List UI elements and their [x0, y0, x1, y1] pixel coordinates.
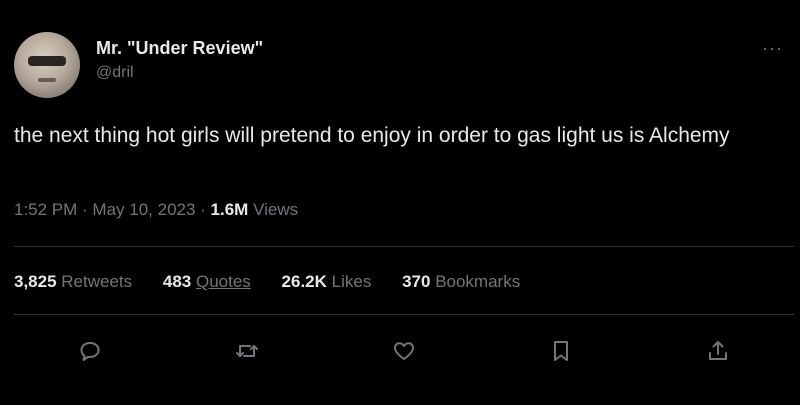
- like-icon: [394, 342, 414, 360]
- divider: [14, 314, 794, 315]
- more-options-icon[interactable]: ···: [762, 38, 783, 59]
- engagement-stats: 3,825 Retweets 483 Quotes 26.2K Likes 37…: [14, 272, 546, 292]
- likes-count: 26.2K: [281, 272, 327, 291]
- bookmark-button[interactable]: [546, 336, 576, 366]
- views-label: Views: [253, 200, 299, 219]
- quotes-label: Quotes: [196, 272, 251, 291]
- retweets-stat[interactable]: 3,825 Retweets: [14, 272, 132, 291]
- meta-separator: ·: [195, 200, 211, 219]
- meta-separator: ·: [77, 200, 93, 219]
- reply-button[interactable]: [75, 336, 105, 366]
- divider: [14, 246, 794, 247]
- sunglasses: [28, 56, 66, 66]
- mouth: [38, 78, 56, 82]
- bookmark-icon: [554, 341, 568, 361]
- user-handle[interactable]: @dril: [96, 64, 134, 82]
- retweet-icon: [236, 345, 258, 357]
- tweet-date[interactable]: May 10, 2023: [92, 200, 195, 219]
- tweet-text: the next thing hot girls will pretend to…: [14, 124, 730, 147]
- bookmarks-count: 370: [402, 272, 431, 291]
- retweets-count: 3,825: [14, 272, 57, 291]
- share-icon: [709, 341, 727, 360]
- tweet-time[interactable]: 1:52 PM: [14, 200, 77, 219]
- quotes-stat[interactable]: 483 Quotes: [163, 272, 251, 291]
- avatar[interactable]: [14, 32, 80, 98]
- bookmarks-label: Bookmarks: [435, 272, 521, 291]
- quotes-count: 483: [162, 272, 192, 291]
- display-name[interactable]: Mr. "Under Review": [96, 38, 263, 59]
- share-button[interactable]: [703, 336, 733, 366]
- tweet-meta: 1:52 PM · May 10, 2023 · 1.6M Views: [14, 200, 298, 220]
- retweet-button[interactable]: [232, 336, 262, 366]
- likes-stat[interactable]: 26.2K Likes: [282, 272, 372, 291]
- views-count: 1.6M: [210, 200, 249, 219]
- like-button[interactable]: [389, 336, 419, 366]
- action-bar: [0, 336, 800, 366]
- tweet: Mr. "Under Review" @dril ··· the next th…: [0, 0, 800, 405]
- likes-label: Likes: [331, 272, 372, 291]
- reply-icon: [80, 342, 100, 361]
- bookmarks-stat[interactable]: 370 Bookmarks: [402, 272, 520, 291]
- retweets-label: Retweets: [61, 272, 133, 291]
